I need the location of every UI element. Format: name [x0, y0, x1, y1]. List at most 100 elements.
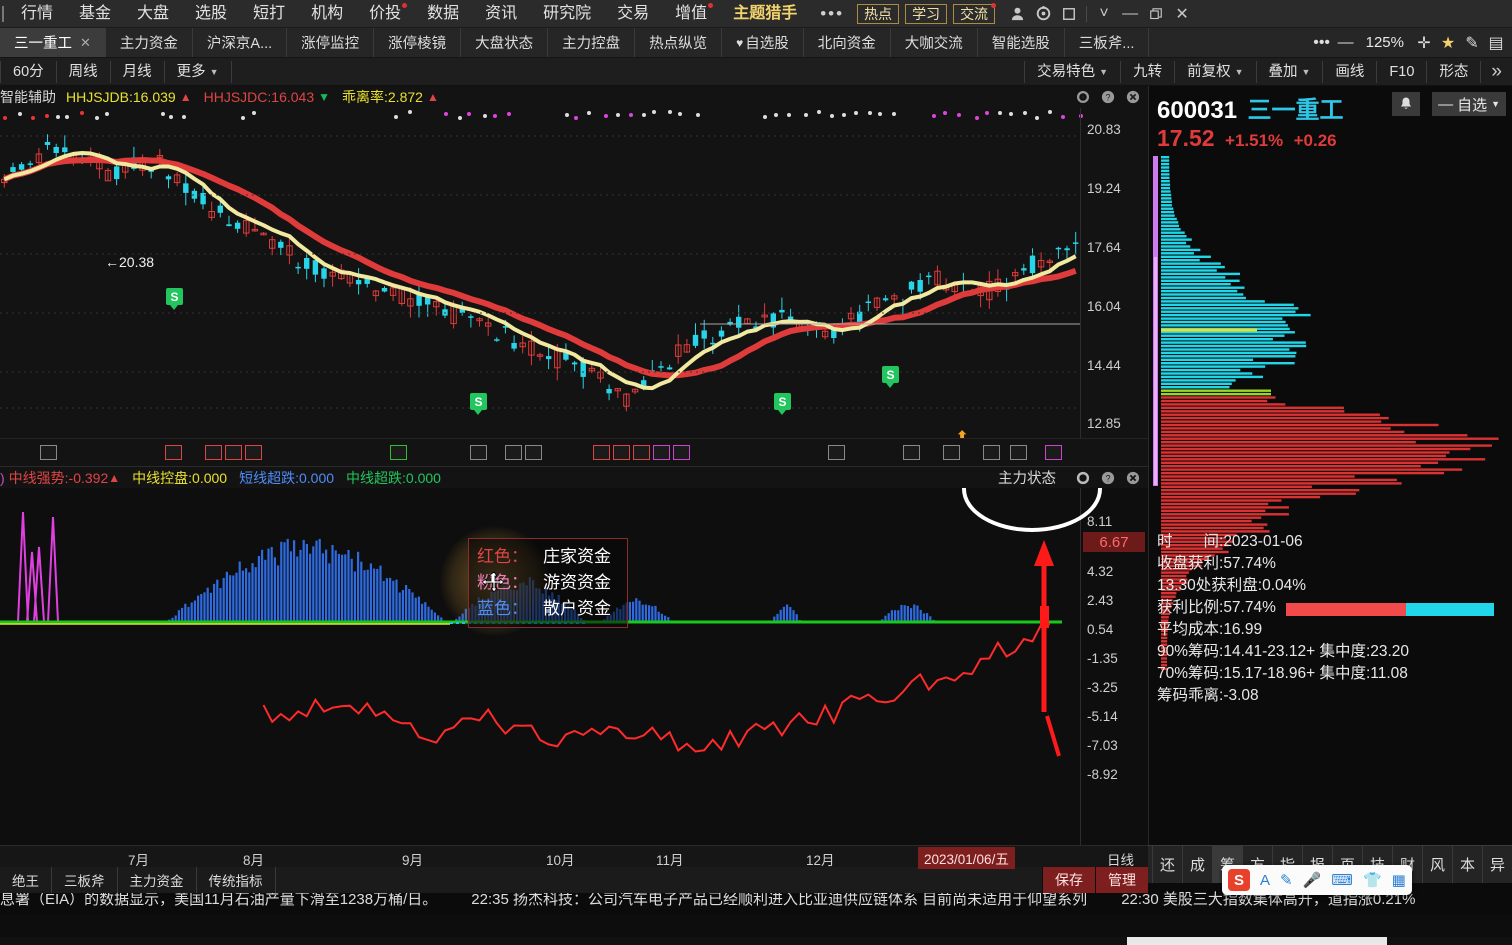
menu-item-shuju[interactable]: 数据	[414, 0, 472, 28]
close-icon[interactable]	[1125, 90, 1140, 105]
side-tab-ben[interactable]: 本	[1452, 846, 1482, 883]
overlay-button[interactable]: 叠加 ▼	[1257, 60, 1324, 83]
f10-button[interactable]: F10	[1377, 60, 1428, 83]
tab-dapan-zhuangtai[interactable]: 大盘状态	[461, 28, 549, 57]
chip-distribution-chart[interactable]: 时 间:2023-01-06 收盘获利:57.74% 13.30处获利盘:0.0…	[1149, 154, 1512, 709]
tab-zhuli-kongpan[interactable]: 主力控盘	[548, 28, 636, 57]
menu-box-redian[interactable]: 热点	[857, 3, 900, 24]
adjust-price-button[interactable]: 前复权 ▼	[1175, 60, 1257, 83]
side-tab-feng[interactable]: 风	[1422, 846, 1452, 883]
trade-feature-button[interactable]: 交易特色 ▼	[1024, 60, 1122, 83]
tab-zhuli-zijin[interactable]: 主力资金	[106, 28, 193, 57]
favorite-star-icon[interactable]: ★	[1436, 31, 1460, 55]
gear-icon[interactable]	[1075, 470, 1090, 485]
ime-pen-icon[interactable]: ✎	[1280, 871, 1293, 889]
user-avatar-icon[interactable]	[1004, 1, 1030, 27]
news-marker-icon[interactable]	[673, 445, 690, 460]
news-marker-icon[interactable]	[470, 445, 487, 460]
news-marker-icon[interactable]	[165, 445, 182, 460]
news-marker-icon[interactable]	[943, 445, 960, 460]
pencil-icon[interactable]: ✎	[1460, 31, 1484, 55]
tab-redian-zonglan[interactable]: 热点纵览	[635, 28, 723, 57]
menu-overflow-icon[interactable]: •••	[810, 4, 854, 24]
tab-zhangting-jiankong[interactable]: 涨停监控	[287, 28, 375, 57]
menu-item-duanda[interactable]: 短打	[240, 0, 298, 28]
pattern-button[interactable]: 形态	[1427, 60, 1482, 83]
news-marker-icon[interactable]	[1045, 445, 1062, 460]
ime-apps-icon[interactable]: ▦	[1392, 871, 1406, 889]
ime-language-icon[interactable]: A	[1260, 872, 1270, 889]
menu-item-jigou[interactable]: 机构	[298, 0, 356, 28]
close-icon[interactable]	[1125, 470, 1140, 485]
ime-toolbar[interactable]: S A ✎ 🎤 ⌨ 👕 ▦	[1222, 865, 1412, 895]
tab-sanbanfu[interactable]: 三板斧...	[1065, 28, 1150, 57]
zoom-in-icon[interactable]: ✛	[1412, 31, 1436, 55]
save-button[interactable]: 保存	[1042, 867, 1095, 893]
menu-box-xuexi[interactable]: 学习	[905, 3, 948, 24]
funds-chart-panel[interactable]: 红色： 庄家资金 粉色： 游资资金 蓝色： 散户资金 8.11	[0, 488, 1148, 845]
menu-item-zengzhi[interactable]: 增值	[662, 0, 720, 28]
news-marker-icon[interactable]	[40, 445, 57, 460]
side-tab-cheng[interactable]: 成	[1182, 846, 1212, 883]
period-monthly-button[interactable]: 月线	[111, 60, 165, 83]
news-marker-icon[interactable]	[828, 445, 845, 460]
tab-close-icon[interactable]: ✕	[80, 35, 91, 51]
tab-zhangting-lengjing[interactable]: 涨停棱镜	[374, 28, 462, 57]
news-marker-icon[interactable]	[245, 445, 262, 460]
period-60min-button[interactable]: 60分	[0, 60, 57, 83]
toolbar-expand-icon[interactable]: »	[1481, 61, 1512, 83]
tab-sanyi-zhonggong[interactable]: 三一重工 ✕	[0, 28, 106, 57]
news-marker-icon[interactable]	[633, 445, 650, 460]
tab-zixuangu[interactable]: ♥ 自选股	[722, 28, 804, 57]
tab-beixiang-zijin[interactable]: 北向资金	[804, 28, 891, 57]
manage-button[interactable]: 管理	[1095, 867, 1148, 893]
sogou-logo-icon[interactable]: S	[1228, 869, 1250, 891]
help-icon[interactable]: ?	[1100, 470, 1115, 485]
subtab-juewang[interactable]: 绝王	[0, 867, 52, 893]
news-marker-icon[interactable]	[390, 445, 407, 460]
gear-icon[interactable]	[1030, 1, 1056, 27]
add-watchlist-button[interactable]: — 自选 ▼	[1432, 92, 1506, 116]
news-marker-icon[interactable]	[903, 445, 920, 460]
news-marker-icon[interactable]	[613, 445, 630, 460]
tab-zhineng-xuangu[interactable]: 智能选股	[978, 28, 1065, 57]
bell-icon[interactable]	[1392, 92, 1420, 116]
news-marker-icon[interactable]	[1010, 445, 1027, 460]
menu-item-jijin[interactable]: 基金	[66, 0, 124, 28]
ime-skin-icon[interactable]: 👕	[1363, 871, 1382, 889]
menu-item-dapan[interactable]: 大盘	[124, 0, 182, 28]
subtab-sanbanfu[interactable]: 三板斧	[52, 867, 118, 893]
news-marker-icon[interactable]	[593, 445, 610, 460]
draw-line-button[interactable]: 画线	[1323, 60, 1378, 83]
menu-item-zixun[interactable]: 资讯	[472, 0, 530, 28]
menu-item-xuangu[interactable]: 选股	[182, 0, 240, 28]
news-marker-icon[interactable]	[205, 445, 222, 460]
jiuzhuan-button[interactable]: 九转	[1121, 60, 1176, 83]
zoom-out-icon[interactable]: —	[1334, 31, 1358, 55]
minimize-icon[interactable]: —	[1117, 1, 1143, 27]
chevron-down-icon[interactable]: ˅	[1091, 1, 1117, 27]
kline-chart-panel[interactable]: ←20.38 13.30→ 15.03-15.08 S S S S S B ⬆ …	[0, 108, 1148, 438]
news-marker-icon[interactable]	[653, 445, 670, 460]
ime-keyboard-icon[interactable]: ⌨	[1331, 871, 1353, 889]
restore-icon[interactable]	[1143, 1, 1169, 27]
maximize-window-icon[interactable]	[1056, 1, 1082, 27]
ime-mic-icon[interactable]: 🎤	[1303, 871, 1322, 889]
tab-daka-jiaoliu[interactable]: 大咖交流	[891, 28, 978, 57]
period-weekly-button[interactable]: 周线	[57, 60, 111, 83]
news-marker-icon[interactable]	[525, 445, 542, 460]
menu-item-zhutilieshou[interactable]: 主题猎手	[720, 0, 810, 28]
list-view-icon[interactable]: ▤	[1484, 31, 1508, 55]
news-marker-strip[interactable]	[0, 438, 1148, 466]
menu-item-yanjiuyuan[interactable]: 研究院	[530, 0, 604, 28]
close-window-icon[interactable]: ✕	[1169, 1, 1195, 27]
gear-icon[interactable]	[1075, 90, 1090, 105]
menu-box-jiaoliu[interactable]: 交流	[953, 2, 997, 24]
period-more-button[interactable]: 更多 ▼	[165, 60, 232, 83]
tabbar-more-icon[interactable]: •••	[1310, 31, 1334, 55]
menu-item-jiaoyi[interactable]: 交易	[604, 0, 662, 28]
side-tab-yi[interactable]: 异	[1482, 846, 1512, 883]
news-marker-icon[interactable]	[505, 445, 522, 460]
news-marker-icon[interactable]	[983, 445, 1000, 460]
help-icon[interactable]: ?	[1100, 90, 1115, 105]
